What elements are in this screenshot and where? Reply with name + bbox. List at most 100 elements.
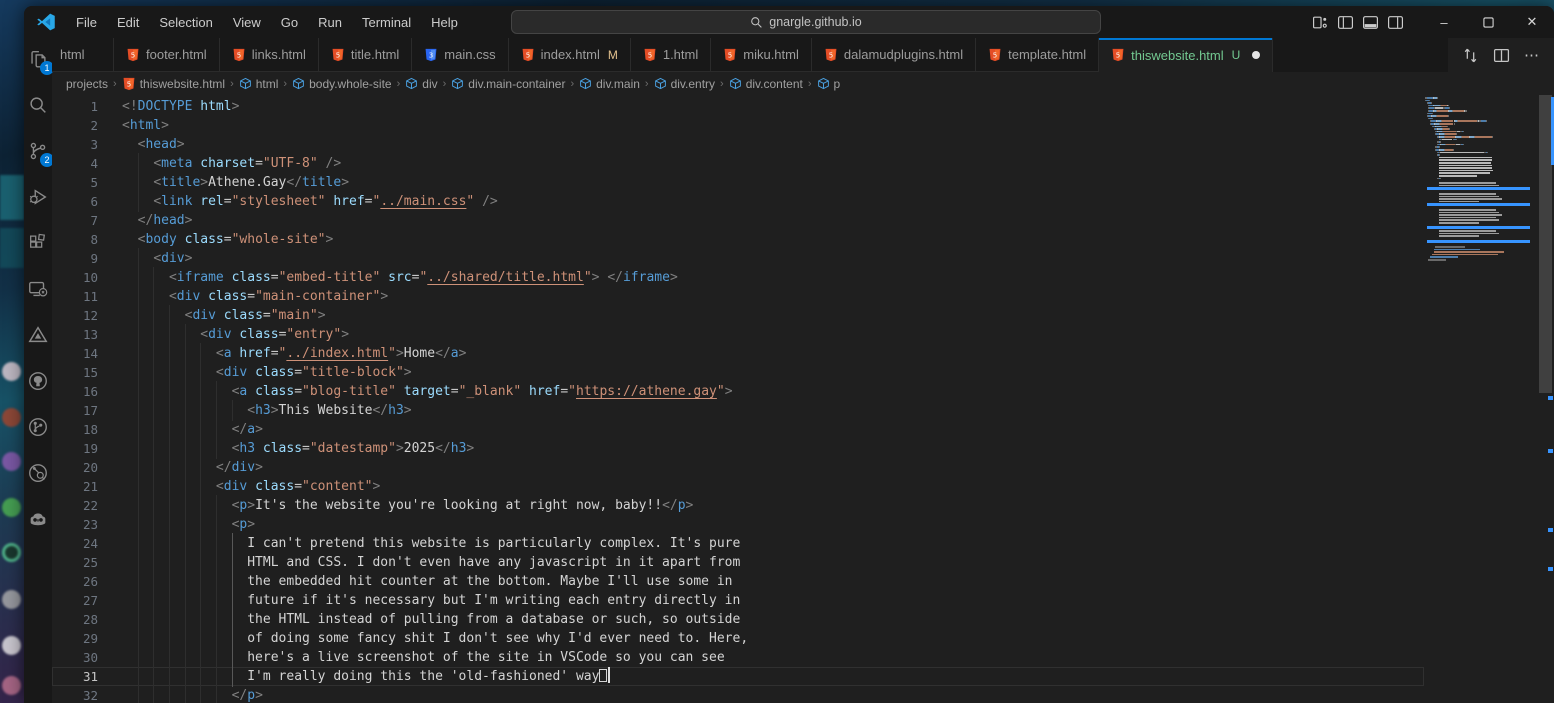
symbol-cube-icon — [239, 77, 252, 90]
tab-thiswebsite.html[interactable]: 5thiswebsite.htmlU — [1099, 38, 1273, 72]
code-line-9[interactable]: 9 <div> — [52, 249, 1424, 268]
customize-layout-icon[interactable] — [1312, 14, 1329, 31]
code-line-23[interactable]: 23 <p> — [52, 515, 1424, 534]
code-line-22[interactable]: 22 <p>It's the website you're looking at… — [52, 496, 1424, 515]
code-line-24[interactable]: 24 I can't pretend this website is parti… — [52, 534, 1424, 553]
tab-index.html[interactable]: 5index.htmlM — [509, 38, 631, 72]
code-line-5[interactable]: 5 <title>Athene.Gay</title> — [52, 173, 1424, 192]
minimize-button[interactable]: – — [1422, 6, 1466, 38]
minimap[interactable] — [1425, 95, 1538, 703]
svg-text:5: 5 — [829, 51, 833, 59]
git-history-icon[interactable] — [26, 460, 50, 486]
remote-explorer-icon[interactable] — [26, 276, 50, 302]
code-line-10[interactable]: 10 <iframe class="embed-title" src="../s… — [52, 268, 1424, 287]
explorer-icon[interactable]: 1 — [26, 46, 50, 72]
tab-dalamudplugins.html[interactable]: 5dalamudplugins.html — [812, 38, 976, 72]
titlebar-right: – ✕ — [1312, 6, 1554, 38]
code-line-29[interactable]: 29 of doing some fancy shit I don't see … — [52, 629, 1424, 648]
menu-view[interactable]: View — [225, 11, 269, 34]
code-line-28[interactable]: 28 the HTML instead of pulling from a da… — [52, 610, 1424, 629]
code-line-13[interactable]: 13 <div class="entry"> — [52, 325, 1424, 344]
code-line-7[interactable]: 7 </head> — [52, 211, 1424, 230]
code-line-19[interactable]: 19 <h3 class="datestamp">2025</h3> — [52, 439, 1424, 458]
code-line-4[interactable]: 4 <meta charset="UTF-8" /> — [52, 154, 1424, 173]
open-changes-icon[interactable] — [1462, 47, 1479, 64]
code-line-26[interactable]: 26 the embedded hit counter at the botto… — [52, 572, 1424, 591]
godot-tools-icon[interactable] — [26, 506, 50, 532]
code-line-27[interactable]: 27 future if it's necessary but I'm writ… — [52, 591, 1424, 610]
code-line-3[interactable]: 3 <head> — [52, 135, 1424, 154]
code-line-8[interactable]: 8 <body class="whole-site"> — [52, 230, 1424, 249]
maximize-button[interactable] — [1466, 6, 1510, 38]
menu-selection[interactable]: Selection — [151, 11, 220, 34]
code-line-21[interactable]: 21 <div class="content"> — [52, 477, 1424, 496]
code-line-17[interactable]: 17 <h3>This Website</h3> — [52, 401, 1424, 420]
line-number: 2 — [52, 118, 98, 133]
code-line-30[interactable]: 30 here's a live screenshot of the site … — [52, 648, 1424, 667]
code-line-11[interactable]: 11 <div class="main-container"> — [52, 287, 1424, 306]
line-number: 25 — [52, 555, 98, 570]
code-line-6[interactable]: 6 <link rel="stylesheet" href="../main.c… — [52, 192, 1424, 211]
tab-title.html[interactable]: 5title.html — [319, 38, 412, 72]
tab-1.html[interactable]: 51.html — [631, 38, 711, 72]
code-line-20[interactable]: 20 </div> — [52, 458, 1424, 477]
overview-ruler-mark — [1548, 449, 1553, 453]
tab-main.css[interactable]: 3main.css — [412, 38, 508, 72]
tab-miku.html[interactable]: 5miku.html — [711, 38, 812, 72]
split-editor-icon[interactable] — [1493, 47, 1510, 64]
breadcrumb-item-body.whole-site[interactable]: body.whole-site — [292, 77, 392, 91]
tab-links.html[interactable]: 5links.html — [220, 38, 319, 72]
toggle-panel-icon[interactable] — [1362, 14, 1379, 31]
code-line-16[interactable]: 16 <a class="blog-title" target="_blank"… — [52, 382, 1424, 401]
tab-footer.html[interactable]: 5footer.html — [114, 38, 220, 72]
vertical-scrollbar[interactable] — [1538, 95, 1554, 703]
more-actions-icon[interactable]: ⋯ — [1524, 46, 1540, 64]
menu-help[interactable]: Help — [423, 11, 466, 34]
unsaved-dot-icon[interactable] — [1252, 51, 1260, 59]
code-text: <p> — [122, 515, 255, 534]
code-line-32[interactable]: 32 </p> — [52, 686, 1424, 703]
menu-edit[interactable]: Edit — [109, 11, 147, 34]
breadcrumb-item-div.content[interactable]: div.content — [729, 77, 803, 91]
code-line-2[interactable]: 2<html> — [52, 116, 1424, 135]
extensions-icon[interactable] — [26, 230, 50, 256]
breadcrumb-item-projects[interactable]: projects — [66, 77, 108, 91]
symbol-cube-icon — [579, 77, 592, 90]
tab-label: footer.html — [146, 47, 207, 62]
toggle-primary-sidebar-icon[interactable] — [1337, 14, 1354, 31]
code-line-12[interactable]: 12 <div class="main"> — [52, 306, 1424, 325]
code-line-18[interactable]: 18 </a> — [52, 420, 1424, 439]
command-center-search[interactable]: gnargle.github.io — [511, 10, 1101, 34]
git-graph-icon[interactable] — [26, 414, 50, 440]
menu-run[interactable]: Run — [310, 11, 350, 34]
code-line-14[interactable]: 14 <a href="../index.html">Home</a> — [52, 344, 1424, 363]
run-debug-icon[interactable] — [26, 184, 50, 210]
code-line-1[interactable]: 1<!DOCTYPE html> — [52, 97, 1424, 116]
menu-terminal[interactable]: Terminal — [354, 11, 419, 34]
code-line-15[interactable]: 15 <div class="title-block"> — [52, 363, 1424, 382]
breadcrumb-item-div[interactable]: div — [405, 77, 437, 91]
menu-file[interactable]: File — [68, 11, 105, 34]
overview-ruler-mark — [1548, 567, 1553, 571]
breadcrumb-item-html[interactable]: html — [239, 77, 279, 91]
code-line-31[interactable]: 31 I'm really doing this the 'old-fashio… — [52, 667, 1424, 686]
svg-text:5: 5 — [1116, 51, 1120, 59]
tab-html[interactable]: html — [52, 38, 114, 72]
breadcrumb-item-div.entry[interactable]: div.entry — [654, 77, 715, 91]
breadcrumb-label: html — [256, 77, 279, 91]
breadcrumb-separator: › — [720, 78, 724, 90]
breadcrumb-item-thiswebsite.html[interactable]: 5thiswebsite.html — [122, 77, 225, 91]
menu-go[interactable]: Go — [273, 11, 306, 34]
search-icon[interactable] — [26, 92, 50, 118]
triangle-a-extension-icon[interactable] — [26, 322, 50, 348]
breadcrumb-item-p[interactable]: p — [817, 77, 841, 91]
github-icon[interactable] — [26, 368, 50, 394]
tab-template.html[interactable]: 5template.html — [976, 38, 1099, 72]
code-line-25[interactable]: 25 HTML and CSS. I don't even have any j… — [52, 553, 1424, 572]
toggle-secondary-sidebar-icon[interactable] — [1387, 14, 1404, 31]
source-control-icon[interactable]: 2 — [26, 138, 50, 164]
breadcrumb-item-div.main-container[interactable]: div.main-container — [451, 77, 565, 91]
close-button[interactable]: ✕ — [1510, 6, 1554, 38]
code-editor[interactable]: 1<!DOCTYPE html>2<html>3 <head>4 <meta c… — [52, 95, 1554, 703]
breadcrumb-item-div.main[interactable]: div.main — [579, 77, 640, 91]
